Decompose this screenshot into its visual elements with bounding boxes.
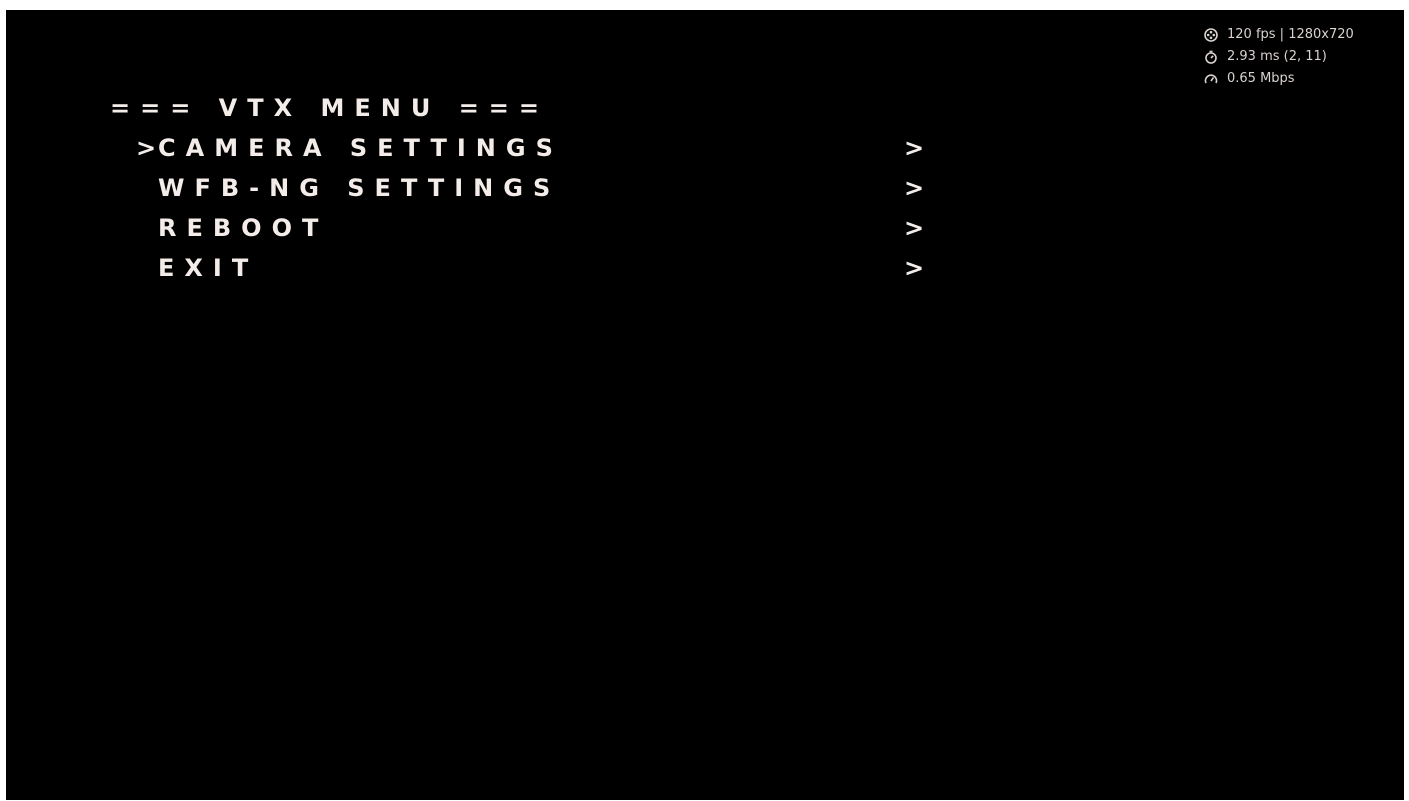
menu-item-label: WFB-NG SETTINGS xyxy=(158,174,561,202)
latency-text: 2.93 ms (2, 11) xyxy=(1227,49,1327,64)
menu-item-label: CAMERA SETTINGS xyxy=(158,134,563,162)
menu-item-label: REBOOT xyxy=(158,214,329,242)
submenu-arrow-icon: > xyxy=(904,134,925,162)
menu-item-label: EXIT xyxy=(158,254,259,282)
vtx-menu: === VTX MENU === > CAMERA SETTINGS > WFB… xyxy=(6,10,1404,800)
timer-icon xyxy=(1204,50,1218,64)
menu-item-reboot[interactable]: REBOOT > xyxy=(6,216,1006,246)
fps-resolution-text: 120 fps | 1280x720 xyxy=(1227,27,1354,42)
speedometer-icon xyxy=(1204,72,1218,86)
video-screen: === VTX MENU === > CAMERA SETTINGS > WFB… xyxy=(6,10,1404,800)
menu-item-camera-settings[interactable]: > CAMERA SETTINGS > xyxy=(6,136,1006,166)
submenu-arrow-icon: > xyxy=(904,174,925,202)
submenu-arrow-icon: > xyxy=(904,254,925,282)
bitrate-stat: 0.65 Mbps xyxy=(1204,68,1354,90)
menu-title: === VTX MENU === xyxy=(110,94,550,122)
menu-item-wfb-ng-settings[interactable]: WFB-NG SETTINGS > xyxy=(6,176,1006,206)
latency-stat: 2.93 ms (2, 11) xyxy=(1204,46,1354,68)
submenu-arrow-icon: > xyxy=(904,214,925,242)
menu-item-exit[interactable]: EXIT > xyxy=(6,256,1006,286)
stream-stats: 120 fps | 1280x720 2.93 ms (2, 11) 0.65 … xyxy=(1204,24,1354,90)
fps-resolution-stat: 120 fps | 1280x720 xyxy=(1204,24,1354,46)
film-reel-icon xyxy=(1204,28,1218,42)
bitrate-text: 0.65 Mbps xyxy=(1227,71,1295,86)
